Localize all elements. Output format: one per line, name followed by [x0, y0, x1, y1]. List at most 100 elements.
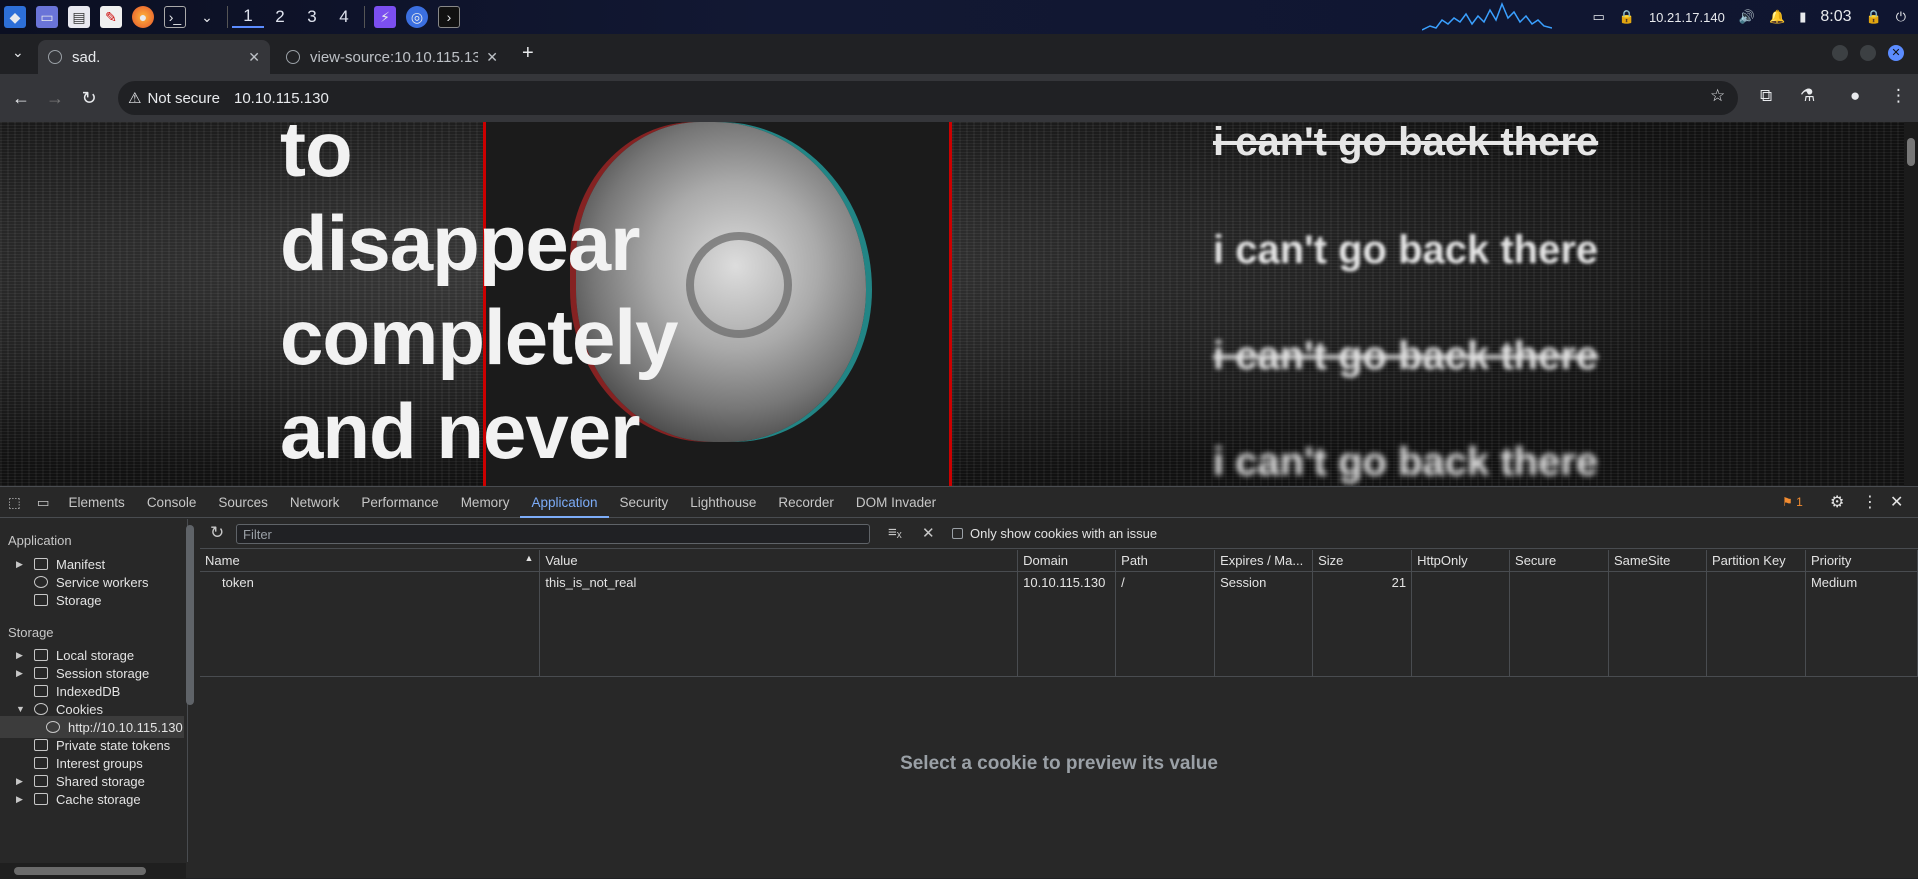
battery-icon[interactable]: ▮: [1799, 9, 1806, 25]
cookie-expires[interactable]: Session: [1214, 571, 1314, 592]
cookie-priority[interactable]: Medium: [1805, 571, 1918, 592]
cookie-size[interactable]: 21: [1312, 571, 1413, 592]
cookie-value[interactable]: this_is_not_real: [539, 571, 1019, 592]
cookie-httponly[interactable]: [1411, 571, 1511, 592]
clock[interactable]: 8:03: [1820, 8, 1851, 26]
tab-console[interactable]: Console: [136, 487, 208, 518]
back-icon[interactable]: ←: [8, 88, 34, 109]
expand-arrow-icon[interactable]: ▶: [16, 650, 28, 661]
column-header-value[interactable]: Value: [539, 550, 1019, 572]
text-editor-icon[interactable]: ✎: [100, 6, 122, 28]
close-window-button[interactable]: ✕: [1888, 45, 1904, 61]
sidebar-item-storage[interactable]: Storage: [0, 589, 184, 611]
inspect-icon[interactable]: ⬚: [0, 487, 29, 518]
forward-icon[interactable]: →: [42, 88, 68, 109]
tab-security[interactable]: Security: [609, 487, 680, 518]
tab-performance[interactable]: Performance: [350, 487, 449, 518]
address-bar[interactable]: ⚠ Not secure 10.10.115.130: [118, 81, 1738, 115]
tab-memory[interactable]: Memory: [450, 487, 521, 518]
expand-arrow-icon[interactable]: ▶: [16, 776, 28, 787]
cookie-name[interactable]: token: [200, 571, 541, 592]
column-header-samesite[interactable]: SameSite: [1608, 550, 1707, 572]
scroll-thumb[interactable]: [14, 867, 146, 875]
sort-ascending-icon[interactable]: ▲: [524, 553, 533, 563]
column-header-partition-key[interactable]: Partition Key: [1706, 550, 1806, 572]
column-header-domain[interactable]: Domain: [1017, 550, 1117, 572]
tab-recorder[interactable]: Recorder: [767, 487, 845, 518]
tab-dom-invader[interactable]: DOM Invader: [845, 487, 947, 518]
settings-gear-icon[interactable]: ⚙: [1830, 492, 1844, 512]
tab-sad[interactable]: sad. ✕: [38, 40, 270, 74]
minimize-button[interactable]: [1832, 45, 1848, 61]
devtools-menu-icon[interactable]: ⋮: [1862, 492, 1878, 512]
delete-selected-icon[interactable]: ✕: [922, 524, 935, 542]
bookmark-star-icon[interactable]: ☆: [1710, 86, 1725, 106]
cookie-path[interactable]: /: [1115, 571, 1216, 592]
burp-icon[interactable]: ⚡: [374, 6, 396, 28]
cookie-samesite[interactable]: [1608, 571, 1707, 592]
column-header-httponly[interactable]: HttpOnly: [1411, 550, 1511, 572]
bell-icon[interactable]: 🔔: [1769, 9, 1785, 25]
refresh-icon[interactable]: ↻: [210, 523, 224, 543]
url-text[interactable]: 10.10.115.130: [234, 90, 329, 107]
tab-network[interactable]: Network: [279, 487, 351, 518]
power-icon[interactable]: ⏻: [1896, 9, 1906, 25]
tab-lighthouse[interactable]: Lighthouse: [679, 487, 767, 518]
expand-arrow-icon[interactable]: ▶: [16, 559, 28, 570]
firefox-icon[interactable]: ●: [132, 6, 154, 28]
workspace-1[interactable]: 1: [232, 6, 264, 28]
volume-icon[interactable]: 🔊: [1739, 9, 1755, 25]
expand-arrow-icon[interactable]: ▶: [16, 668, 28, 679]
clear-all-icon[interactable]: ≡ₓ: [888, 524, 902, 541]
terminal-window-icon[interactable]: ›: [438, 6, 460, 28]
column-header-size[interactable]: Size: [1312, 550, 1413, 572]
sidebar-hscrollbar[interactable]: [0, 863, 186, 879]
reload-icon[interactable]: ↻: [76, 88, 102, 109]
column-header-expires[interactable]: Expires / Ma...: [1214, 550, 1314, 572]
collapse-arrow-icon[interactable]: ▼: [16, 704, 28, 714]
close-devtools-icon[interactable]: ✕: [1890, 492, 1903, 512]
new-tab-icon[interactable]: +: [522, 42, 534, 65]
security-indicator[interactable]: ⚠ Not secure: [128, 89, 220, 108]
chevron-down-icon[interactable]: ⌄: [196, 6, 218, 28]
only-issue-checkbox[interactable]: [952, 528, 963, 539]
column-header-name[interactable]: Name ▲: [200, 550, 541, 572]
lock-screen-icon[interactable]: 🔒: [1866, 9, 1882, 25]
table-row[interactable]: token this_is_not_real 10.10.115.130 / S…: [200, 571, 1918, 592]
close-tab-icon[interactable]: ✕: [486, 49, 498, 66]
monitor-icon[interactable]: ▭: [1592, 9, 1604, 25]
tab-application[interactable]: Application: [520, 487, 609, 518]
file-manager-icon[interactable]: ▤: [68, 6, 90, 28]
sidebar-item-cache-storage[interactable]: ▶ Cache storage: [0, 788, 184, 810]
tab-search-icon[interactable]: ⌄: [12, 44, 24, 61]
cookie-secure[interactable]: [1509, 571, 1609, 592]
device-toolbar-icon[interactable]: ▭: [29, 487, 58, 518]
tab-view-source[interactable]: view-source:10.10.115.13 ✕: [276, 40, 508, 74]
close-tab-icon[interactable]: ✕: [248, 49, 260, 66]
profile-icon[interactable]: ●: [1850, 86, 1860, 106]
expand-arrow-icon[interactable]: ▶: [16, 794, 28, 805]
terminal-icon[interactable]: ›_: [164, 6, 186, 28]
workspace-4[interactable]: 4: [328, 7, 360, 27]
column-header-priority[interactable]: Priority: [1805, 550, 1918, 572]
issues-badge[interactable]: ⚑ 1: [1782, 495, 1803, 509]
tab-sources[interactable]: Sources: [207, 487, 279, 518]
column-header-secure[interactable]: Secure: [1509, 550, 1609, 572]
column-header-path[interactable]: Path: [1115, 550, 1216, 572]
cookie-partition-key[interactable]: [1706, 571, 1806, 592]
kali-menu-icon[interactable]: ◆: [4, 6, 26, 28]
workspace-2[interactable]: 2: [264, 7, 296, 27]
chromium-icon[interactable]: ◎: [406, 6, 428, 28]
cookie-domain[interactable]: 10.10.115.130: [1017, 571, 1117, 592]
tab-elements[interactable]: Elements: [58, 487, 136, 518]
page-scrollbar[interactable]: [1904, 122, 1918, 486]
filter-input[interactable]: [236, 524, 870, 544]
menu-icon[interactable]: ⋮: [1890, 86, 1907, 106]
workspace-3[interactable]: 3: [296, 7, 328, 27]
extensions-icon[interactable]: ⧉: [1760, 86, 1772, 106]
labs-icon[interactable]: ⚗: [1800, 86, 1815, 106]
maximize-button[interactable]: [1860, 45, 1876, 61]
scroll-thumb[interactable]: [1907, 138, 1915, 166]
sidebar-scrollbar[interactable]: [186, 525, 194, 705]
desktop-icon[interactable]: ▭: [36, 6, 58, 28]
